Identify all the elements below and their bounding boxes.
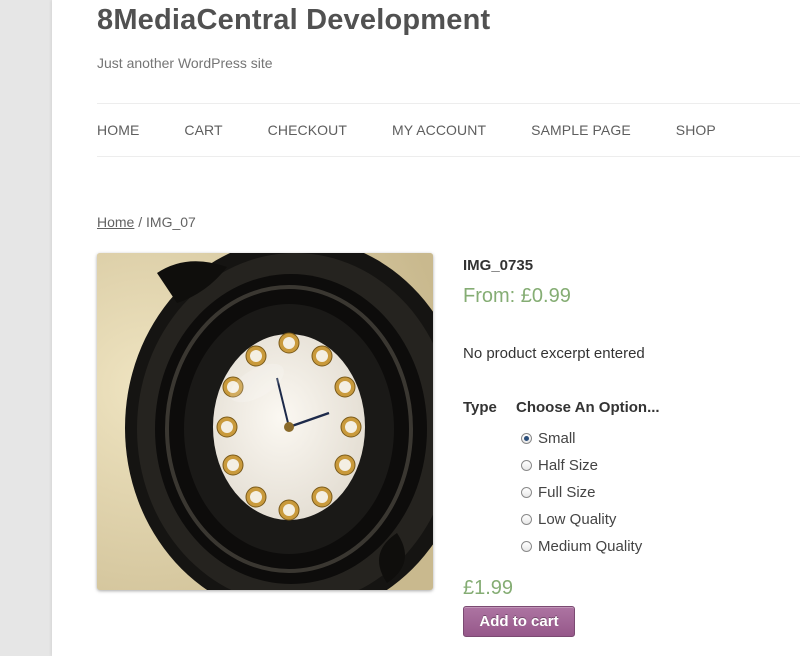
variation-placeholder: Choose An Option... bbox=[516, 399, 660, 416]
breadcrumb-home-link[interactable]: Home bbox=[97, 214, 134, 230]
radio-button[interactable] bbox=[521, 541, 532, 552]
nav-item-checkout[interactable]: CHECKOUT bbox=[268, 122, 347, 138]
wall-clock-photo-icon bbox=[97, 253, 433, 590]
site-description: Just another WordPress site bbox=[97, 55, 273, 71]
breadcrumb-current: IMG_07 bbox=[146, 214, 196, 230]
option-label: Half Size bbox=[538, 457, 599, 474]
variation-price: £1.99 bbox=[463, 577, 514, 599]
variation-options: Small Half Size Full Size Low Quality Me… bbox=[521, 425, 642, 560]
option-medium-quality[interactable]: Medium Quality bbox=[521, 533, 642, 560]
nav-item-cart[interactable]: CART bbox=[184, 122, 222, 138]
radio-button[interactable] bbox=[521, 514, 532, 525]
breadcrumb: Home / IMG_07 bbox=[97, 214, 196, 230]
main-nav: HOME CART CHECKOUT MY ACCOUNT SAMPLE PAG… bbox=[97, 103, 800, 157]
nav-item-home[interactable]: HOME bbox=[97, 122, 139, 138]
variation-label: Type bbox=[463, 399, 497, 416]
option-label: Low Quality bbox=[538, 511, 617, 528]
nav-item-my-account[interactable]: MY ACCOUNT bbox=[392, 122, 486, 138]
option-label: Small bbox=[538, 430, 576, 447]
product-image[interactable] bbox=[97, 253, 433, 590]
product-title: IMG_0735 bbox=[463, 257, 534, 274]
price-range: From: £0.99 bbox=[463, 285, 571, 307]
breadcrumb-separator: / bbox=[134, 214, 147, 230]
nav-item-shop[interactable]: SHOP bbox=[676, 122, 716, 138]
add-to-cart-button[interactable]: Add to cart bbox=[463, 606, 575, 637]
site-title[interactable]: 8MediaCentral Development bbox=[97, 4, 490, 37]
option-label: Medium Quality bbox=[538, 538, 643, 555]
radio-button[interactable] bbox=[521, 433, 532, 444]
page: 8MediaCentral Development Just another W… bbox=[52, 0, 800, 656]
option-small[interactable]: Small bbox=[521, 425, 642, 452]
option-label: Full Size bbox=[538, 484, 596, 501]
radio-button[interactable] bbox=[521, 487, 532, 498]
product-excerpt: No product excerpt entered bbox=[463, 345, 645, 362]
option-low-quality[interactable]: Low Quality bbox=[521, 506, 642, 533]
option-full-size[interactable]: Full Size bbox=[521, 479, 642, 506]
nav-item-sample-page[interactable]: SAMPLE PAGE bbox=[531, 122, 631, 138]
option-half-size[interactable]: Half Size bbox=[521, 452, 642, 479]
radio-button[interactable] bbox=[521, 460, 532, 471]
